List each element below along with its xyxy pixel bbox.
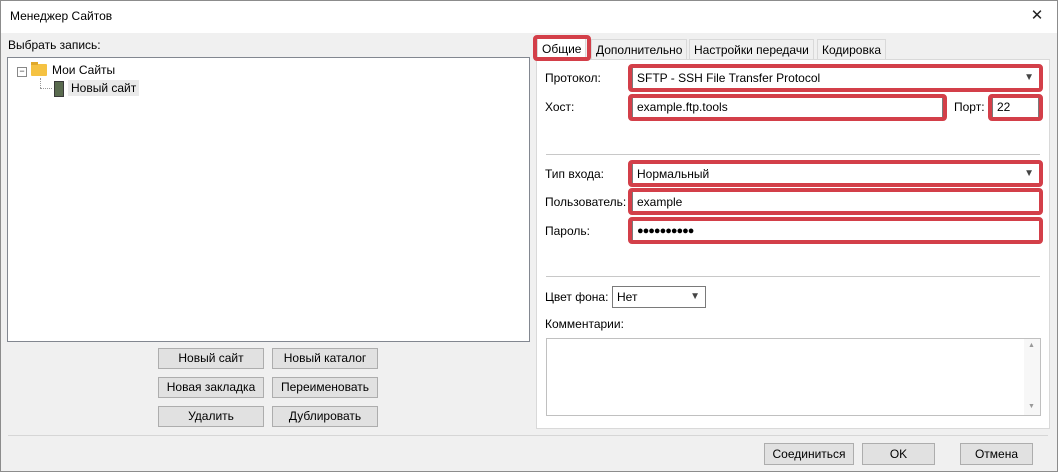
host-input[interactable]: example.ftp.tools bbox=[632, 96, 943, 118]
tab-advanced[interactable]: Дополнительно bbox=[591, 39, 688, 59]
tree-expand-icon[interactable]: − bbox=[17, 67, 27, 77]
logon-type-value: Нормальный bbox=[637, 167, 710, 181]
password-input[interactable]: ●●●●●●●●●● bbox=[632, 220, 1040, 242]
tab-general[interactable]: Общие bbox=[537, 37, 587, 60]
user-label: Пользователь: bbox=[545, 195, 627, 209]
bgcolor-value: Нет bbox=[617, 290, 638, 304]
scroll-up-icon[interactable]: ▲ bbox=[1028, 342, 1035, 349]
folder-icon bbox=[31, 64, 47, 76]
cancel-button[interactable]: Отмена bbox=[960, 443, 1033, 465]
comments-textarea[interactable]: ▲ ▼ bbox=[546, 338, 1041, 416]
title-bar: Менеджер Сайтов ✕ bbox=[1, 1, 1057, 33]
close-icon[interactable]: ✕ bbox=[1025, 5, 1049, 27]
host-label: Хост: bbox=[545, 100, 575, 114]
protocol-select[interactable]: SFTP - SSH File Transfer Protocol ▼ bbox=[632, 67, 1040, 89]
chevron-down-icon: ▼ bbox=[1024, 168, 1034, 179]
scroll-down-icon[interactable]: ▼ bbox=[1028, 403, 1035, 410]
rename-button[interactable]: Переименовать bbox=[272, 377, 378, 398]
new-bookmark-button[interactable]: Новая закладка bbox=[158, 377, 264, 398]
tab-charset[interactable]: Кодировка bbox=[817, 39, 887, 59]
window-title: Менеджер Сайтов bbox=[10, 9, 113, 23]
tree-connector bbox=[40, 78, 41, 88]
duplicate-button[interactable]: Дублировать bbox=[272, 406, 378, 427]
tree-item-my-sites[interactable]: Мои Сайты bbox=[52, 63, 115, 77]
footer-separator bbox=[8, 435, 1048, 436]
bgcolor-label: Цвет фона: bbox=[545, 290, 609, 304]
user-input[interactable]: example bbox=[632, 191, 1040, 213]
server-icon bbox=[54, 81, 64, 97]
logon-type-select[interactable]: Нормальный ▼ bbox=[632, 163, 1040, 185]
new-folder-button[interactable]: Новый каталог bbox=[272, 348, 378, 369]
password-label: Пароль: bbox=[545, 224, 590, 238]
delete-button[interactable]: Удалить bbox=[158, 406, 264, 427]
select-entry-label: Выбрать запись: bbox=[8, 38, 101, 52]
comments-scrollbar[interactable]: ▲ ▼ bbox=[1024, 339, 1040, 415]
protocol-value: SFTP - SSH File Transfer Protocol bbox=[637, 71, 821, 85]
bgcolor-select[interactable]: Нет ▼ bbox=[612, 286, 706, 308]
separator bbox=[546, 276, 1040, 277]
chevron-down-icon: ▼ bbox=[1024, 72, 1034, 83]
site-tree[interactable]: − Мои Сайты Новый сайт bbox=[7, 57, 530, 342]
separator bbox=[546, 154, 1040, 155]
protocol-label: Протокол: bbox=[545, 71, 601, 85]
comments-label: Комментарии: bbox=[545, 317, 624, 331]
port-input[interactable]: 22 bbox=[992, 96, 1039, 118]
new-site-button[interactable]: Новый сайт bbox=[158, 348, 264, 369]
folder-icon-tab bbox=[31, 62, 38, 65]
port-label: Порт: bbox=[954, 100, 985, 114]
tab-transfer-settings[interactable]: Настройки передачи bbox=[689, 39, 814, 59]
chevron-down-icon: ▼ bbox=[690, 291, 700, 302]
ok-button[interactable]: OK bbox=[862, 443, 935, 465]
tree-item-new-site[interactable]: Новый сайт bbox=[68, 80, 140, 96]
connect-button[interactable]: Соединиться bbox=[764, 443, 854, 465]
logon-type-label: Тип входа: bbox=[545, 167, 604, 181]
tree-connector bbox=[40, 88, 52, 89]
